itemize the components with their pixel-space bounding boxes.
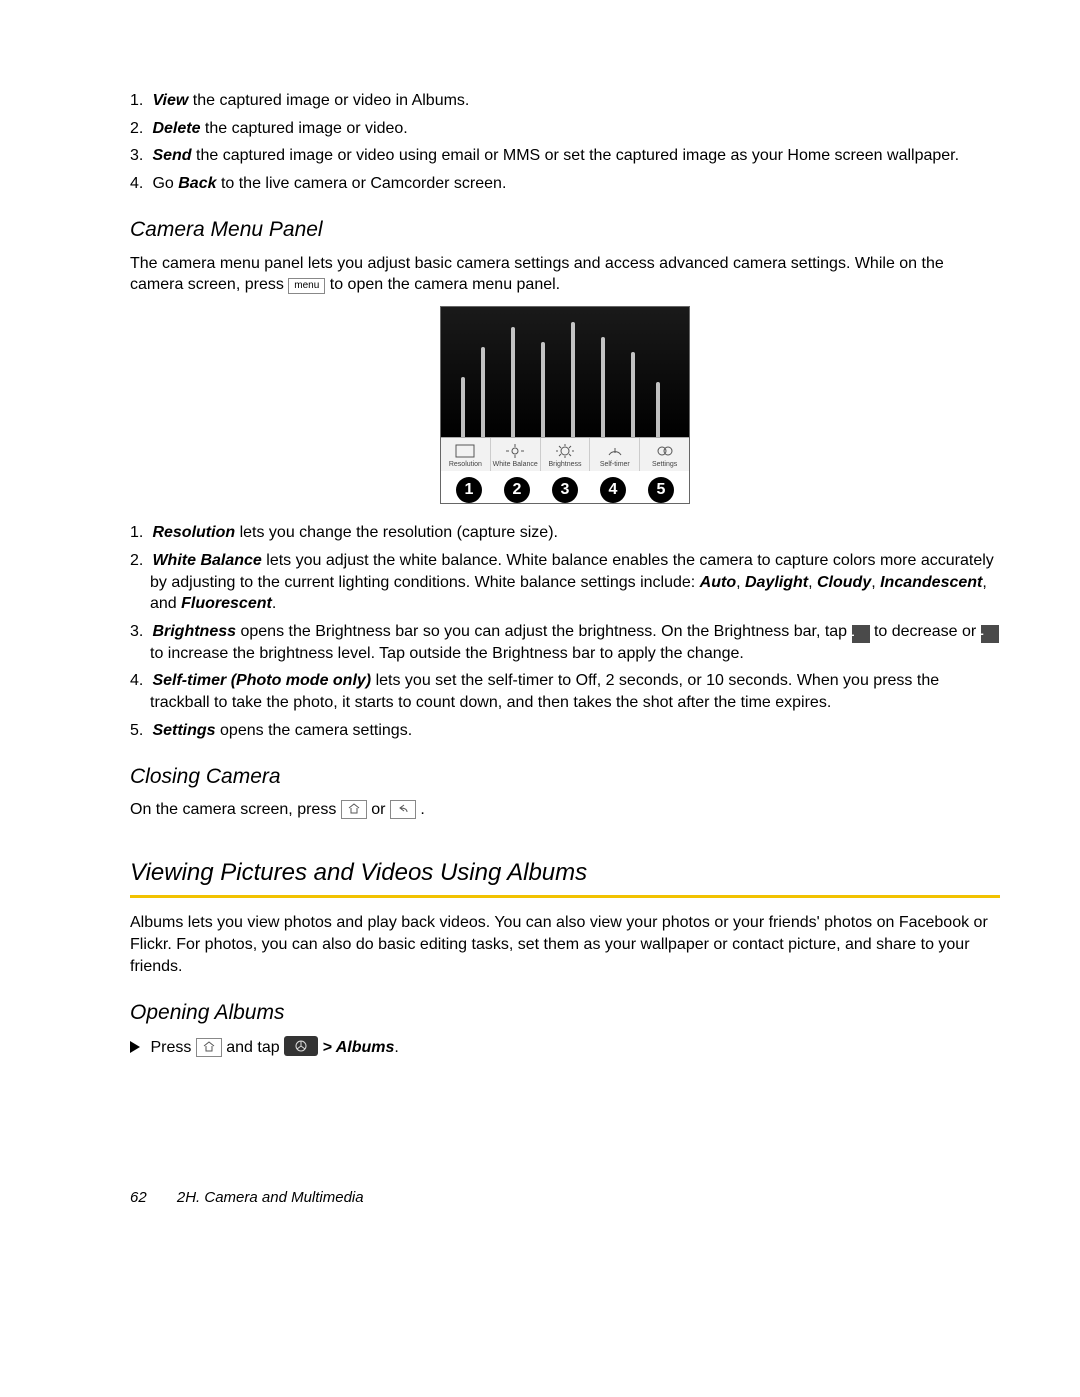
camera-menu-intro: The camera menu panel lets you adjust ba… — [130, 253, 1000, 296]
page-footer: 62 2H. Camera and Multimedia — [130, 1188, 1000, 1208]
camera-menu-figure: Resolution White Balance Brightness Self… — [440, 306, 690, 504]
home-key-icon — [196, 1038, 222, 1057]
toolbar-settings: Settings — [640, 438, 689, 471]
closing-camera-text: On the camera screen, press or . — [130, 799, 1000, 821]
chapter-title: 2H. Camera and Multimedia — [177, 1189, 364, 1206]
callout-3: 3 — [552, 477, 578, 503]
callout-5: 5 — [648, 477, 674, 503]
timer-icon — [590, 442, 639, 460]
auto-icon — [491, 442, 540, 460]
section-divider — [130, 895, 1000, 898]
callout-4: 4 — [600, 477, 626, 503]
settings-icon — [640, 442, 689, 460]
toolbar-white-balance: White Balance — [491, 438, 541, 471]
step-bullet-icon — [130, 1041, 140, 1053]
callout-1: 1 — [456, 477, 482, 503]
minus-button-icon: – — [852, 625, 870, 643]
resolution-icon — [441, 442, 490, 460]
lead-word: Send — [152, 147, 191, 164]
heading-camera-menu-panel: Camera Menu Panel — [130, 216, 1000, 244]
list-item: 2. White Balance lets you adjust the whi… — [150, 550, 1000, 615]
list-item: 5. Settings opens the camera settings. — [150, 720, 1000, 742]
camera-menu-options-list: 1. Resolution lets you change the resolu… — [130, 522, 1000, 741]
page-number: 62 — [130, 1189, 147, 1206]
lead-word: Back — [178, 175, 216, 192]
list-item: 4. Self-timer (Photo mode only) lets you… — [150, 670, 1000, 713]
toolbar-brightness: Brightness — [541, 438, 591, 471]
callout-numbers: 1 2 3 4 5 — [441, 471, 689, 503]
list-item: 2. Delete the captured image or video. — [150, 118, 1000, 140]
lead-word: View — [152, 92, 188, 109]
toolbar-self-timer: Self-timer — [590, 438, 640, 471]
heading-opening-albums: Opening Albums — [130, 999, 1000, 1027]
camera-menu-toolbar: Resolution White Balance Brightness Self… — [441, 437, 689, 471]
list-item: 4. Go Back to the live camera or Camcord… — [150, 173, 1000, 195]
list-item: 1. Resolution lets you change the resolu… — [150, 522, 1000, 544]
opening-albums-step: Press and tap > Albums. — [130, 1036, 1000, 1059]
callout-2: 2 — [504, 477, 530, 503]
apps-button-icon — [284, 1036, 318, 1056]
home-key-icon — [341, 800, 367, 819]
brightness-icon — [541, 442, 590, 460]
lead-word: Delete — [152, 120, 200, 137]
menu-key-icon: menu — [288, 278, 325, 294]
page: 1. View the captured image or video in A… — [0, 0, 1080, 1248]
list-item: 3. Send the captured image or video usin… — [150, 145, 1000, 167]
toolbar-resolution: Resolution — [441, 438, 491, 471]
heading-closing-camera: Closing Camera — [130, 763, 1000, 791]
list-item: 3. Brightness opens the Brightness bar s… — [150, 621, 1000, 665]
camera-preview-image — [441, 307, 689, 437]
list-item: 1. View the captured image or video in A… — [150, 90, 1000, 112]
heading-viewing-albums: Viewing Pictures and Videos Using Albums — [130, 857, 1000, 893]
post-capture-options-list: 1. View the captured image or video in A… — [130, 90, 1000, 194]
plus-button-icon: + — [981, 625, 999, 643]
back-key-icon — [390, 800, 416, 819]
viewing-intro: Albums lets you view photos and play bac… — [130, 912, 1000, 977]
